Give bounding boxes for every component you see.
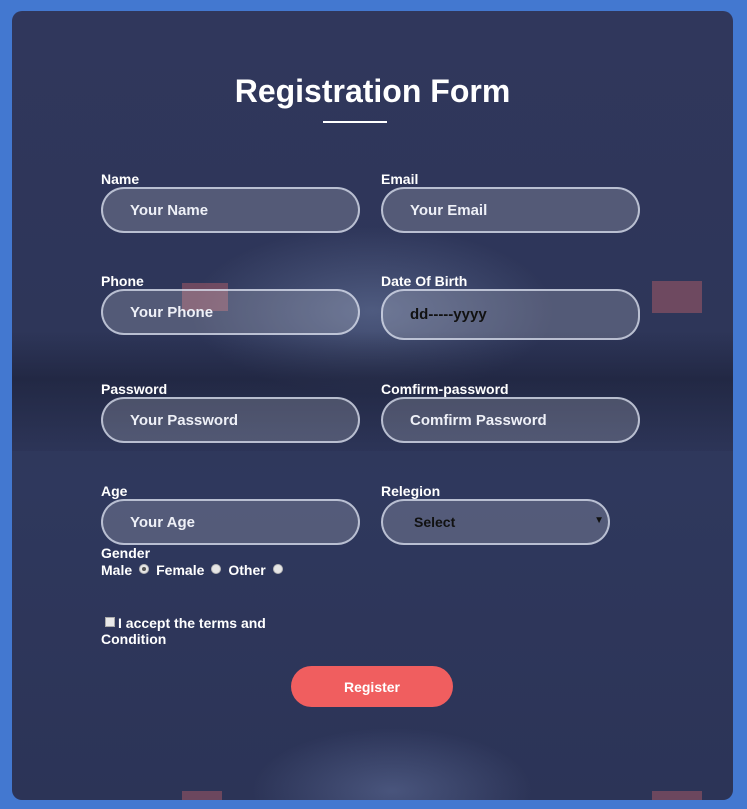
password-field: Password [101,381,361,443]
background-sign [652,281,702,313]
email-label: Email [381,171,419,187]
confirm-password-field: Comfirm-password [381,381,641,443]
dob-field: Date Of Birth dd-----yyyy [381,273,641,340]
confirm-password-label: Comfirm-password [381,381,509,397]
terms-row: I accept the terms and Condition [101,615,291,647]
email-input[interactable] [381,187,640,233]
gender-option-other-label: Other [228,562,266,578]
password-input[interactable] [101,397,360,443]
religion-select[interactable]: Select ▼ [381,499,610,545]
email-field: Email [381,171,641,233]
registration-card: Registration Form Name Email Phone Date … [12,11,733,800]
terms-checkbox[interactable] [105,617,115,627]
gender-radio-female[interactable] [211,564,222,574]
dob-label: Date Of Birth [381,273,468,289]
name-input[interactable] [101,187,360,233]
chevron-down-icon: ▼ [594,515,604,526]
gender-option-female-label: Female [156,562,205,578]
religion-field: Relegion Select ▼ [381,483,641,545]
phone-field: Phone [101,273,361,335]
background-sign [182,791,222,800]
register-button[interactable]: Register [291,666,453,707]
password-label: Password [101,381,168,397]
gender-radio-male[interactable] [139,564,150,574]
religion-label: Relegion [381,483,441,499]
title-underline [323,121,387,123]
gender-option-male-label: Male [101,562,133,578]
phone-input[interactable] [101,289,360,335]
age-input[interactable] [101,499,360,545]
religion-selected-value: Select [414,514,456,530]
gender-label: Gender [101,545,151,561]
page-title: Registration Form [234,73,511,109]
confirm-password-input[interactable] [381,397,640,443]
gender-options: Male Female Other [101,562,290,578]
background-sign [652,791,702,800]
age-field: Age [101,483,361,545]
dob-input[interactable]: dd-----yyyy [381,289,640,340]
phone-label: Phone [101,273,144,289]
age-label: Age [101,483,128,499]
gender-radio-other[interactable] [272,564,283,574]
name-label: Name [101,171,140,187]
terms-label: I accept the terms and Condition [101,615,266,647]
name-field: Name [101,171,361,233]
